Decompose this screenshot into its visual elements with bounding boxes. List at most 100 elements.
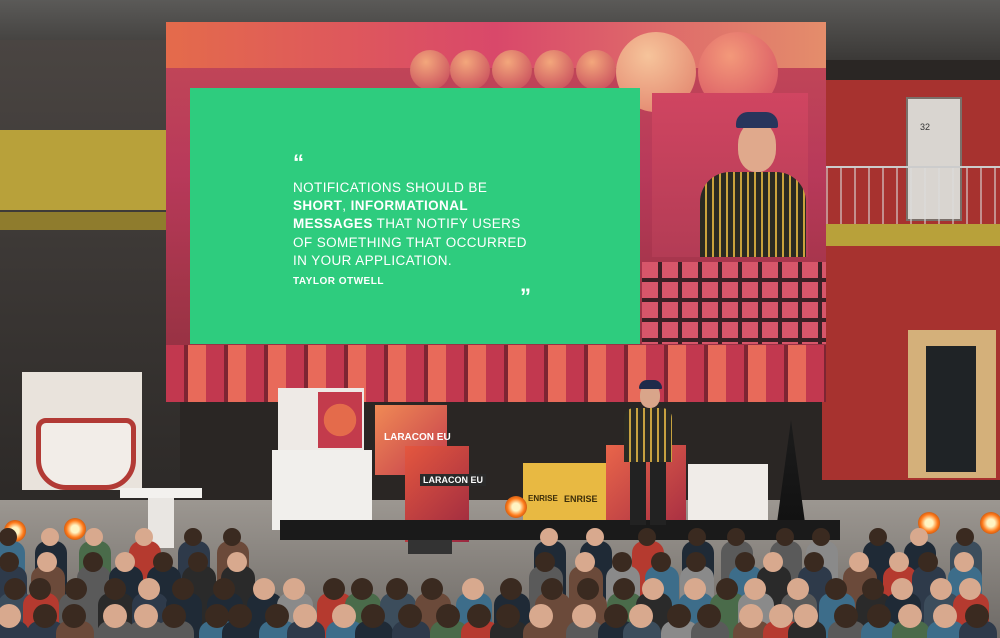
audience-member-head [642, 578, 664, 600]
audience-member-head [684, 578, 706, 600]
audience-member-head [586, 528, 604, 546]
audience-member-head [930, 578, 952, 600]
audience-member-head [227, 552, 247, 572]
audience-member-head [769, 604, 793, 628]
audience-member-head [323, 578, 345, 600]
audience-member-head [436, 604, 460, 628]
audience-member-head [651, 552, 671, 572]
cube-graphic [318, 392, 362, 448]
sponsor-cube [688, 464, 768, 528]
audience-member-head [41, 528, 59, 546]
audience-member-head [891, 578, 913, 600]
audience-member-head [153, 552, 173, 572]
audience-member-head [613, 578, 635, 600]
audience-member-head [228, 604, 252, 628]
quote-separator: , [342, 198, 351, 214]
audience-member-head [184, 528, 202, 546]
quote-line: IN YOUR APPLICATION. [293, 252, 453, 268]
audience-member-head [716, 578, 738, 600]
open-quote-mark: “ [293, 150, 304, 175]
audience-member-head [933, 604, 957, 628]
decor-circle [492, 50, 532, 90]
audience-member-head [834, 604, 858, 628]
video-speaker-shirt [700, 172, 806, 257]
audience-member-head [283, 578, 305, 600]
decor-circle [450, 50, 490, 90]
balcony-railing [826, 166, 1000, 224]
audience-member-head [223, 528, 241, 546]
audience-member-head [889, 552, 909, 572]
audience-member-head [744, 578, 766, 600]
quote-author: TAYLOR OTWELL [293, 276, 384, 287]
audience-member-head [4, 578, 26, 600]
audience-member-head [697, 604, 721, 628]
audience-member-head [103, 604, 127, 628]
sponsor-cube [272, 450, 372, 530]
audience-member-head [398, 604, 422, 628]
audience-member-head [727, 528, 745, 546]
quote-line: THAT NOTIFY USERS [372, 216, 521, 232]
audience-member-head [29, 578, 51, 600]
cube-brand: ENRISE [528, 494, 558, 503]
decor-circle [576, 50, 616, 90]
cube-label: LARACON EU [384, 432, 451, 443]
audience-member-head [529, 604, 553, 628]
audience-member-head [62, 604, 86, 628]
audience-member-head [869, 528, 887, 546]
audience-member-head [65, 578, 87, 600]
audience-member-head [467, 604, 491, 628]
audience-member-head [572, 604, 596, 628]
audience-member-head [421, 578, 443, 600]
audience-member-head [0, 552, 19, 572]
audience-member-head [85, 528, 103, 546]
quote-line: NOTIFICATIONS SHOULD BE [293, 180, 488, 195]
audience-member-head [849, 552, 869, 572]
camera-tripod [776, 420, 806, 530]
audience-member-head [612, 552, 632, 572]
audience-member-head [104, 578, 126, 600]
quote-text: NOTIFICATIONS SHOULD BE SHORT, INFORMATI… [293, 179, 568, 270]
audience-member-head [500, 578, 522, 600]
audience-member-head [37, 552, 57, 572]
audience-member-head [867, 604, 891, 628]
audience-member-head [351, 578, 373, 600]
conference-hall-scene: 32 “ NOTIFICATIONS SHOULD BE SHORT, INFO… [0, 0, 1000, 638]
audience-member-head [332, 604, 356, 628]
audience-member-head [910, 528, 928, 546]
speaker-cap [639, 380, 662, 389]
podium-label: LARACON EU [420, 474, 486, 486]
audience-member-head [787, 578, 809, 600]
speaker-legs [630, 455, 666, 525]
audience-member-head [794, 604, 818, 628]
audience-member-head [33, 604, 57, 628]
yellow-crane [0, 130, 170, 210]
audience-member-head [965, 604, 989, 628]
audience-member-head [134, 604, 158, 628]
audience-member-head [735, 552, 755, 572]
decor-circle [410, 50, 450, 90]
side-table-top [120, 488, 202, 498]
stage-light [980, 512, 1000, 534]
audience-member-head [688, 528, 706, 546]
stage-light [505, 496, 527, 518]
audience-member-head [686, 552, 706, 572]
audience-member-head [541, 578, 563, 600]
steel-beam [826, 224, 1000, 246]
audience-member-head [253, 578, 275, 600]
speaker-body [624, 408, 672, 462]
audience-member-head [577, 578, 599, 600]
stage-light [64, 518, 86, 540]
audience-member-head [812, 528, 830, 546]
audience-member-head [959, 578, 981, 600]
audience-member-head [188, 552, 208, 572]
crane-beam [0, 212, 175, 230]
audience-member-head [776, 528, 794, 546]
audience-member-head [172, 578, 194, 600]
audience-member-head [862, 578, 884, 600]
audience-member-head [496, 604, 520, 628]
led-grid-pattern [642, 262, 826, 344]
audience-member-head [293, 604, 317, 628]
audience-member-head [540, 528, 558, 546]
audience-member-head [361, 604, 385, 628]
audience-member-head [763, 552, 783, 572]
